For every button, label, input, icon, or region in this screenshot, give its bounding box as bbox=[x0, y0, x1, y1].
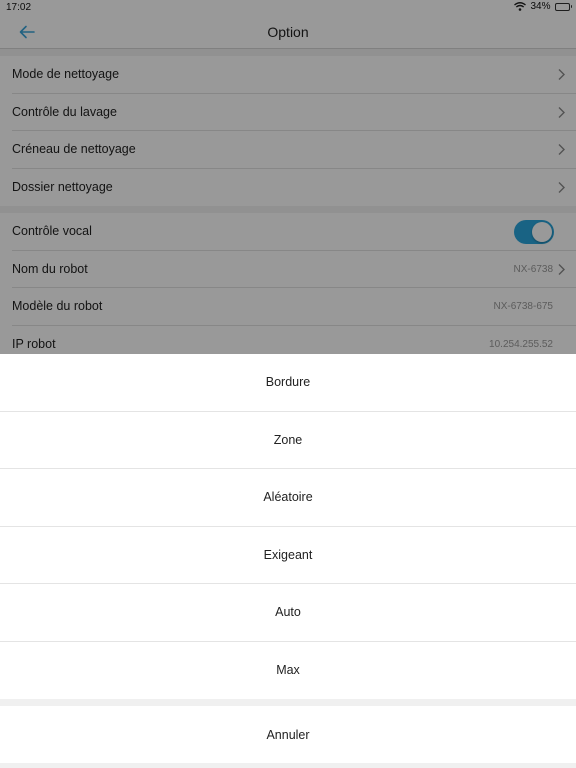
cancel-button[interactable]: Annuler bbox=[0, 706, 576, 763]
option-exigeant[interactable]: Exigeant bbox=[0, 527, 576, 584]
option-auto[interactable]: Auto bbox=[0, 584, 576, 642]
option-zone[interactable]: Zone bbox=[0, 412, 576, 469]
option-screen: 17:02 34% Option Mode de nettoyage Contr… bbox=[0, 0, 576, 768]
action-sheet-options: Bordure Zone Aléatoire Exigeant Auto Max bbox=[0, 354, 576, 699]
option-bordure[interactable]: Bordure bbox=[0, 354, 576, 412]
option-max[interactable]: Max bbox=[0, 642, 576, 700]
cleaning-mode-action-sheet: Bordure Zone Aléatoire Exigeant Auto Max… bbox=[0, 354, 576, 768]
option-aleatoire[interactable]: Aléatoire bbox=[0, 469, 576, 527]
